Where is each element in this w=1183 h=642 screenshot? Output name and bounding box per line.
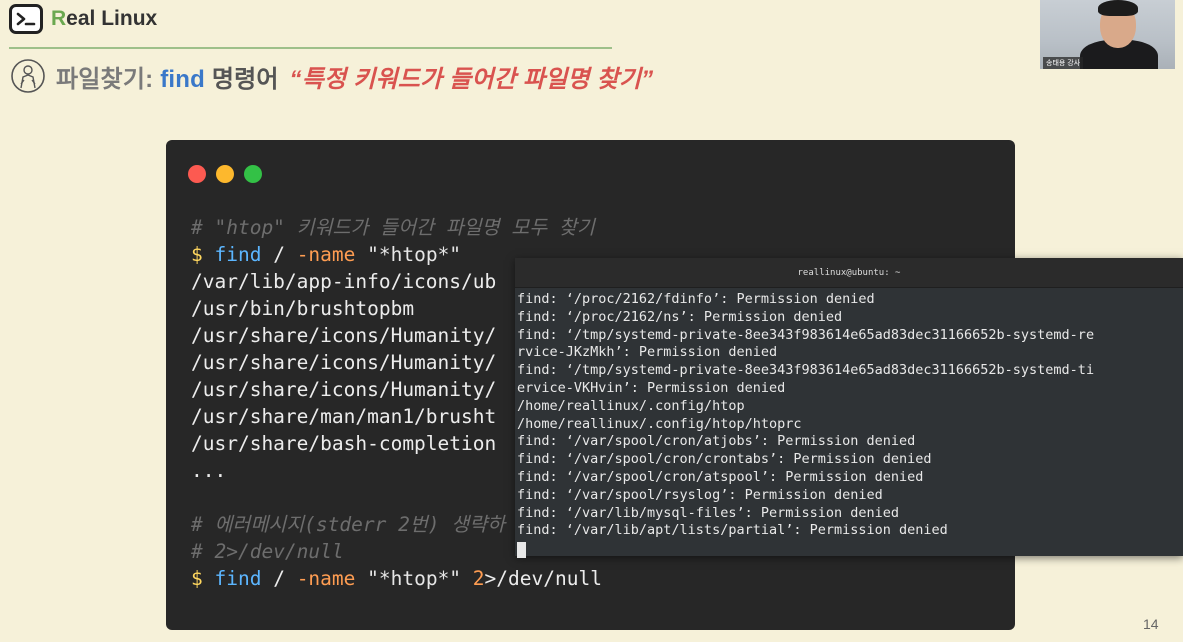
terminal-prompt-icon [9, 4, 43, 34]
terminal-titlebar[interactable]: reallinux@ubuntu: ~ [515, 258, 1183, 288]
terminal-line: rvice-JKzMkh’: Permission denied [517, 344, 778, 361]
terminal-line: find: ‘/var/spool/cron/atspool’: Permiss… [517, 468, 924, 485]
minimize-dot-icon [216, 165, 234, 183]
terminal-line: ervice-VKHvin’: Permission denied [517, 379, 786, 396]
slide-title: 파일찾기: find 명령어 “특정 키워드가 들어간 파일명 찾기” [10, 58, 653, 94]
terminal-window[interactable]: reallinux@ubuntu: ~ find: ‘/proc/2162/fd… [515, 258, 1183, 559]
window-controls [188, 165, 262, 183]
maximize-dot-icon [244, 165, 262, 183]
close-dot-icon [188, 165, 206, 183]
slide-title-text: 파일찾기: find 명령어 “특정 키워드가 들어간 파일명 찾기” [56, 65, 654, 93]
terminal-line: find: ‘/var/lib/mysql-files’: Permission… [517, 504, 900, 521]
brand-name: Real Linux [51, 7, 158, 30]
terminal-line: find: ‘/var/spool/cron/crontabs’: Permis… [517, 451, 932, 468]
brand-logo: Real Linux [9, 4, 157, 34]
instructor-webcam: 송태용 강사 [1040, 0, 1175, 69]
terminal-line: find: ‘/proc/2162/ns’: Permission denied [517, 308, 843, 325]
terminal-line: /home/reallinux/.config/htop/htoprc [517, 415, 802, 432]
terminal-line: find: ‘/var/spool/rsyslog’: Permission d… [517, 486, 883, 503]
terminal-output[interactable]: find: ‘/proc/2162/fdinfo’: Permission de… [515, 288, 1183, 559]
page-number: 14 [1143, 616, 1159, 632]
instructor-hair [1098, 0, 1138, 16]
terminal-line: find: ‘/var/spool/cron/atjobs’: Permissi… [517, 433, 916, 450]
terminal-title: reallinux@ubuntu: ~ [797, 267, 901, 278]
terminal-cursor[interactable] [517, 542, 526, 559]
terminal-line: find: ‘/tmp/systemd-private-8ee343f98361… [517, 326, 1095, 343]
header-divider [9, 47, 612, 49]
terminal-line: find: ‘/proc/2162/fdinfo’: Permission de… [517, 291, 875, 307]
terminal-line: find: ‘/tmp/systemd-private-8ee343f98361… [517, 362, 1095, 379]
code-comment: # "htop" 키워드가 들어간 파일명 모두 찾기 [191, 216, 595, 239]
terminal-line: /home/reallinux/.config/htop [517, 397, 745, 414]
terminal-line: find: ‘/var/lib/apt/lists/partial’: Perm… [517, 522, 948, 539]
person-outline-icon [11, 59, 45, 93]
webcam-name-tag: 송태용 강사 [1043, 57, 1084, 69]
code-command: $ find / -name "*htop*" 2>/dev/null [191, 567, 602, 590]
